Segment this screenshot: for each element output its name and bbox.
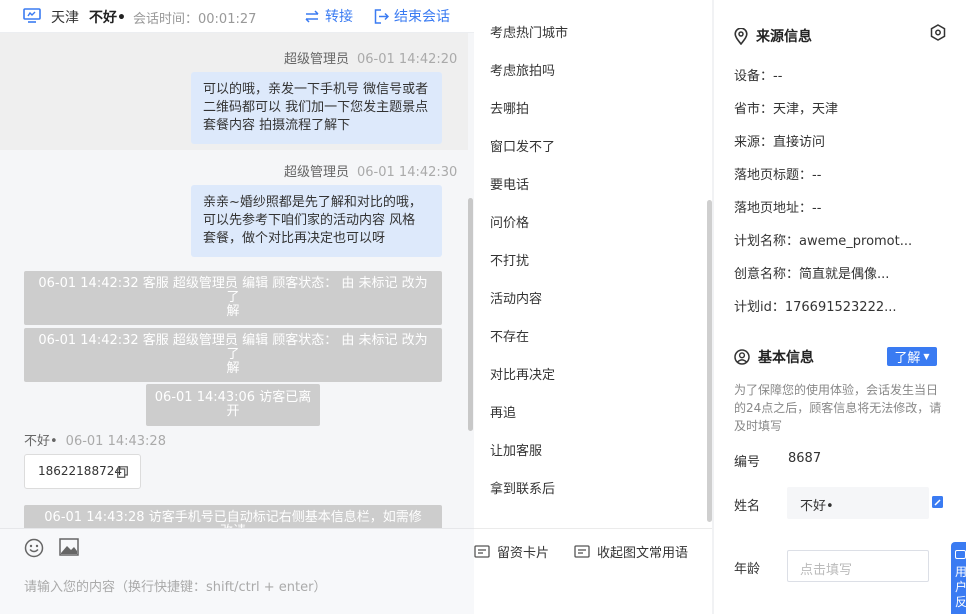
quick-reply-item[interactable]: 要电话: [490, 174, 529, 193]
name-label: 姓名: [734, 499, 761, 514]
visitor-name: 不好•: [89, 10, 126, 26]
end-session-label: 结束会话: [394, 9, 450, 25]
session-time: 会话时间：00:01:27: [133, 12, 257, 27]
transfer-button[interactable]: 转接: [304, 6, 353, 26]
id-label: 编号: [734, 455, 761, 470]
quick-reply-toolbar: 留资卡片 收起图文常用语: [474, 528, 712, 614]
system-message-line: 06-01 14:42:32 客服 超级管理员 编辑 顾客状态： 由 未标记 改…: [38, 276, 428, 305]
basic-info-header: 基本信息: [734, 347, 814, 367]
message-line: 亲亲~婚纱照都是先了解和对比的哦，: [203, 195, 422, 210]
message-scrollbar[interactable]: [468, 198, 473, 431]
caret-down-icon: ▼: [923, 352, 930, 361]
message-line: 可以先参考下咱们家的活动内容 风格: [203, 213, 416, 228]
quick-reply-item[interactable]: 对比再决定: [490, 364, 555, 383]
source-channel: 来源：直接访问: [734, 135, 826, 150]
message-list[interactable]: 超级管理员 06-01 14:42:20 可以的哦，亲发一下手机号 微信号或者 二…: [0, 33, 474, 528]
campaign-id: 计划id：176691523222...: [734, 300, 897, 315]
lead-card-label: 留资卡片: [497, 546, 550, 561]
quick-reply-item[interactable]: 考虑旅拍吗: [490, 60, 555, 79]
visitor-info-panel: 来源信息 设备：-- 省市：天津，天津 来源：直接访问 落地页标题：-- 落地页…: [714, 0, 966, 614]
lead-card-button[interactable]: 留资卡片: [474, 542, 549, 561]
quick-reply-item[interactable]: 拿到联系后: [490, 478, 555, 497]
id-value: 8687: [788, 451, 822, 466]
copy-icon[interactable]: [117, 466, 128, 478]
system-message-line: 06-01 14:43:28 访客手机号已自动标记右侧基本信息栏，如需修改请: [44, 510, 422, 529]
settings-hex-icon[interactable]: [930, 24, 946, 41]
feedback-icon: [955, 550, 966, 559]
system-message: 06-01 14:42:32 客服 超级管理员 编辑 顾客状态： 由 未标记 改…: [24, 328, 442, 382]
transfer-icon: [305, 9, 319, 23]
end-session-button[interactable]: 结束会话: [374, 6, 450, 26]
quick-reply-item[interactable]: 去哪拍: [490, 98, 529, 117]
message-line: 可以的哦，亲发一下手机号 微信号或者: [203, 82, 429, 97]
sender-name: 超级管理员: [284, 52, 350, 67]
message-meta: 不好• 06-01 14:43:28: [24, 430, 166, 449]
location-pin-icon: [734, 27, 748, 45]
visitor-city: 天津: [51, 10, 79, 26]
quick-reply-item[interactable]: 不存在: [490, 326, 529, 345]
campaign-name: 计划名称：aweme_promot...: [734, 234, 913, 249]
landing-page-url: 落地页地址：--: [734, 201, 822, 216]
system-message: 06-01 14:42:32 客服 超级管理员 编辑 顾客状态： 由 未标记 改…: [24, 271, 442, 325]
basic-info-title: 基本信息: [758, 350, 814, 366]
transfer-label: 转接: [325, 9, 353, 25]
message-line: 套餐内容 拍摄流程了解下: [203, 118, 351, 133]
image-icon[interactable]: [59, 538, 79, 556]
message-time: 06-01 14:42:20: [357, 52, 458, 67]
source-info-header: 来源信息: [734, 26, 812, 46]
feedback-float-tab[interactable]: 用户反: [951, 542, 966, 614]
quick-reply-panel: 考虑热门城市 考虑旅拍吗 去哪拍 窗口发不了 要电话 问价格 不打扰 活动内容 …: [474, 0, 712, 614]
age-input[interactable]: 点击填写: [787, 550, 929, 582]
phone-number: 18622188724: [38, 464, 122, 478]
logout-icon: [374, 8, 389, 24]
source-info-title: 来源信息: [756, 29, 812, 45]
message-meta: 超级管理员 06-01 14:42:30: [284, 161, 457, 180]
quick-reply-item[interactable]: 问价格: [490, 212, 529, 231]
message-meta: 超级管理员 06-01 14:42:20: [284, 48, 457, 67]
message-time: 06-01 14:43:28: [65, 434, 166, 449]
edit-notice: 为了保障您的使用体验，会话发生当日的24点之后，顾客信息将无法修改，请及时填写: [734, 383, 942, 433]
agent-message-bubble: 可以的哦，亲发一下手机号 微信号或者 二维码都可以 我们加一下您发主题景点 套餐…: [191, 72, 442, 144]
system-message-line: 06-01 14:43:06 访客已离开: [154, 390, 312, 419]
quick-reply-item[interactable]: 考虑热门城市: [490, 22, 568, 41]
name-field[interactable]: 不好•: [787, 487, 929, 519]
message-composer[interactable]: 请输入您的内容（换行快捷键：shift/ctrl + enter）: [0, 528, 474, 614]
source-device: 设备：--: [734, 69, 783, 84]
chat-panel: 天津 不好• 会话时间：00:01:27 转接 结束会话 超级管理员 06-01 …: [0, 0, 474, 614]
quick-reply-item[interactable]: 窗口发不了: [490, 136, 555, 155]
landing-page-title: 落地页标题：--: [734, 168, 822, 183]
message-icon: [574, 545, 590, 558]
sender-name: 不好•: [24, 434, 58, 449]
feedback-label: 用户反: [955, 565, 966, 609]
source-region: 省市：天津，天津: [734, 102, 839, 117]
message-line: 二维码都可以 我们加一下您发主题景点: [203, 100, 429, 115]
system-message: 06-01 14:43:28 访客手机号已自动标记右侧基本信息栏，如需修改请: [24, 505, 442, 528]
quick-reply-item[interactable]: 让加客服: [490, 440, 542, 459]
message-time: 06-01 14:42:30: [357, 165, 458, 180]
message-line: 套餐，做个对比再决定也可以呀: [203, 231, 386, 246]
edit-icon[interactable]: [931, 495, 944, 509]
visitor-phone-message: 18622188724: [24, 454, 141, 489]
message-input[interactable]: 请输入您的内容（换行快捷键：shift/ctrl + enter）: [24, 576, 327, 595]
agent-message-bubble: 亲亲~婚纱照都是先了解和对比的哦， 可以先参考下咱们家的活动内容 风格 套餐，做…: [191, 185, 442, 257]
sender-name: 超级管理员: [284, 165, 350, 180]
chat-header: 天津 不好• 会话时间：00:01:27 转接 结束会话: [0, 0, 474, 33]
system-message: 06-01 14:43:06 访客已离开: [146, 384, 320, 426]
quick-reply-item[interactable]: 再追: [490, 402, 516, 421]
card-icon: [474, 545, 490, 558]
monitor-icon: [23, 8, 41, 23]
system-message-line: 06-01 14:42:32 客服 超级管理员 编辑 顾客状态： 由 未标记 改…: [38, 333, 428, 362]
collapse-phrases-label: 收起图文常用语: [597, 546, 689, 561]
customer-status-dropdown[interactable]: 了解 ▼: [887, 347, 937, 366]
collapse-phrases-button[interactable]: 收起图文常用语: [574, 542, 688, 561]
quick-reply-item[interactable]: 不打扰: [490, 250, 529, 269]
user-circle-icon: [734, 349, 750, 365]
creative-name: 创意名称：简直就是偶像...: [734, 267, 890, 282]
system-message-line: 解: [226, 304, 240, 319]
customer-status-value: 了解: [894, 351, 921, 366]
quick-reply-item[interactable]: 活动内容: [490, 288, 542, 307]
age-label: 年龄: [734, 562, 761, 577]
system-message-line: 解: [226, 361, 240, 376]
emoji-icon[interactable]: [24, 538, 44, 558]
